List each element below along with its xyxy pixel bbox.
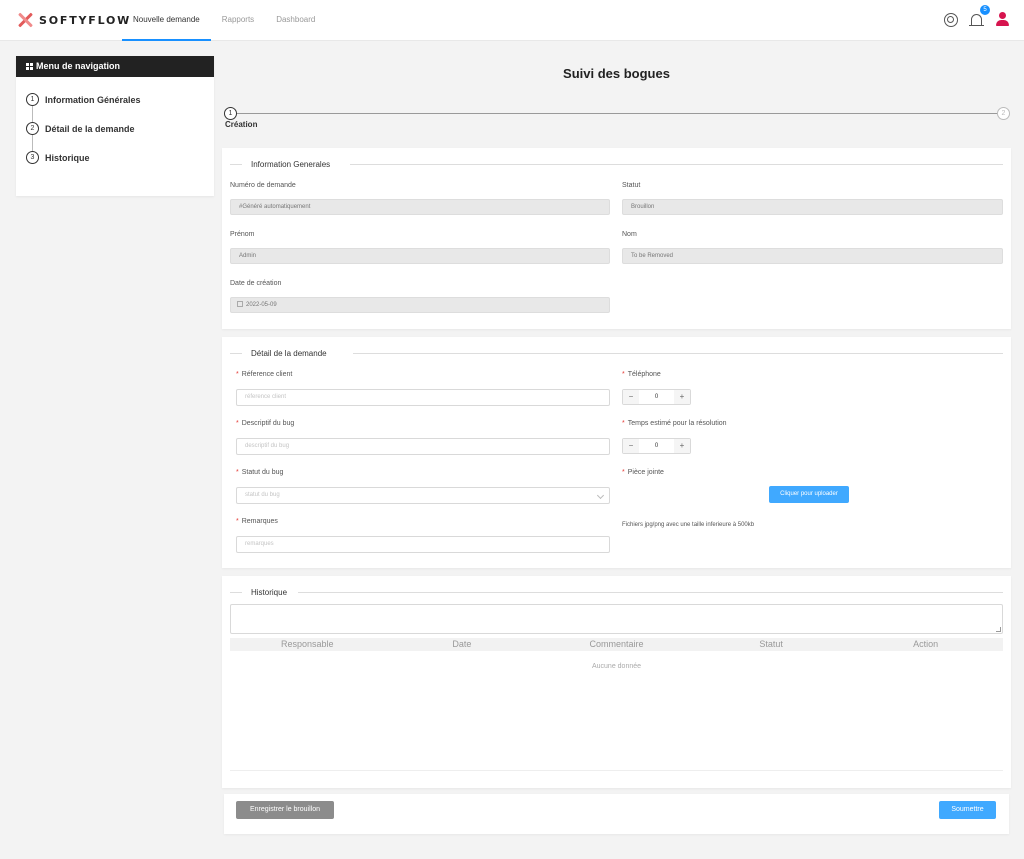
nom-label: Nom <box>622 231 637 238</box>
sidebar-step-label: Historique <box>45 152 90 163</box>
save-draft-button[interactable]: Enregistrer le brouillon <box>236 801 334 819</box>
telephone-value[interactable]: 0 <box>639 390 674 404</box>
nav-tab-nouvelle-demande[interactable]: Nouvelle demande <box>122 0 211 41</box>
temps-estime-value[interactable]: 0 <box>639 439 674 453</box>
grid-icon <box>26 63 33 70</box>
navigation-steps: 1 Information Générales 2 Détail de la d… <box>16 77 214 172</box>
section-title: Historique <box>251 588 298 597</box>
step-number: 3 <box>26 151 39 164</box>
column-header-responsable[interactable]: Responsable <box>230 638 385 651</box>
prenom-label: Prénom <box>230 231 255 238</box>
stepper-line <box>237 113 997 114</box>
historique-card: Historique Responsable Date Commentaire … <box>222 576 1011 788</box>
nav-tab-dashboard[interactable]: Dashboard <box>265 0 326 41</box>
sidebar-step-historique[interactable]: 3 Historique <box>26 143 214 172</box>
descriptif-label: * Descriptif du bug <box>236 420 295 427</box>
column-header-date[interactable]: Date <box>385 638 540 651</box>
piece-jointe-label: * Pièce jointe <box>622 469 664 476</box>
nom-field: To be Removed <box>622 248 1003 264</box>
stepper-step-1-label: Création <box>225 120 258 129</box>
column-header-commentaire[interactable]: Commentaire <box>539 638 694 651</box>
historique-table-header: Responsable Date Commentaire Statut Acti… <box>230 638 1003 651</box>
section-title: Information Generales <box>251 160 341 169</box>
telephone-stepper: − 0 + <box>622 389 691 405</box>
column-header-statut[interactable]: Statut <box>694 638 849 651</box>
section-legend: Information Generales <box>230 160 1003 169</box>
step-number: 2 <box>26 122 39 135</box>
sidebar-step-label: Détail de la demande <box>45 123 135 134</box>
action-bar: Enregistrer le brouillon Soumettre <box>224 794 1009 834</box>
column-header-action[interactable]: Action <box>848 638 1003 651</box>
resize-handle-icon[interactable] <box>996 627 1001 632</box>
statut-field: Brouillon <box>622 199 1003 215</box>
decrement-button[interactable]: − <box>623 390 639 404</box>
submit-button[interactable]: Soumettre <box>939 801 996 819</box>
statut-label: Statut <box>622 182 641 189</box>
prenom-field: Admin <box>230 248 610 264</box>
statut-bug-placeholder: statut du bug <box>245 492 280 498</box>
statut-bug-select[interactable]: statut du bug <box>236 487 610 504</box>
user-icon[interactable] <box>994 11 1012 29</box>
decrement-button[interactable]: − <box>623 439 639 453</box>
sidebar-step-information[interactable]: 1 Information Générales <box>26 85 214 114</box>
upload-note: Fichiers jpg/png avec une taille inferie… <box>622 522 755 528</box>
help-icon[interactable] <box>942 11 960 29</box>
main-nav: Nouvelle demande Rapports Dashboard <box>122 0 326 41</box>
navigation-menu: Menu de navigation 1 Information Général… <box>16 56 214 196</box>
softyflow-logo-icon <box>17 12 33 28</box>
top-bar: SOFTYFLOW Nouvelle demande Rapports Dash… <box>0 0 1024 41</box>
statut-bug-label: * Statut du bug <box>236 469 284 476</box>
progress-stepper: 1 2 Création <box>224 107 1010 131</box>
remarques-label: * Remarques <box>236 518 278 525</box>
temps-estime-label: * Temps estimé pour la résolution <box>622 420 727 427</box>
nav-tab-rapports[interactable]: Rapports <box>211 0 265 41</box>
historique-textarea[interactable] <box>230 604 1003 634</box>
detail-demande-card: Détail de la demande * Réference client r… <box>222 337 1011 568</box>
reference-client-input[interactable]: réference client <box>236 389 610 406</box>
sidebar-step-detail[interactable]: 2 Détail de la demande <box>26 114 214 143</box>
page-title: Suivi des bogues <box>563 66 670 81</box>
step-number: 1 <box>26 93 39 106</box>
navigation-menu-title: Menu de navigation <box>36 61 121 71</box>
notification-badge: 5 <box>980 5 990 15</box>
brand-name: SOFTYFLOW <box>39 13 132 27</box>
stepper-step-1[interactable]: 1 <box>224 107 237 120</box>
notification-bell-icon[interactable]: 5 <box>968 5 990 29</box>
date-label: Date de création <box>230 280 282 287</box>
date-field: 2022-05-09 <box>230 297 610 313</box>
numero-label: Numéro de demande <box>230 182 296 189</box>
numero-field: #Généré automatiquement <box>230 199 610 215</box>
section-title: Détail de la demande <box>251 349 337 358</box>
upload-button[interactable]: Cliquer pour uploader <box>769 486 849 503</box>
chevron-down-icon <box>596 491 605 500</box>
sidebar-step-label: Information Générales <box>45 94 141 105</box>
table-divider <box>230 770 1003 771</box>
remarques-input[interactable]: remarques <box>236 536 610 553</box>
reference-client-label: * Réference client <box>236 371 293 378</box>
information-generales-card: Information Generales Numéro de demande … <box>222 148 1011 329</box>
descriptif-input[interactable]: descriptif du bug <box>236 438 610 455</box>
temps-estime-stepper: − 0 + <box>622 438 691 454</box>
section-legend: Historique <box>230 588 1003 597</box>
calendar-icon <box>237 301 243 307</box>
stepper-step-2[interactable]: 2 <box>997 107 1010 120</box>
top-icons: 5 <box>934 5 1012 29</box>
empty-table-message: Aucune donnée <box>591 663 642 670</box>
section-legend: Détail de la demande <box>230 349 1003 358</box>
telephone-label: * Téléphone <box>622 371 661 378</box>
date-value: 2022-05-09 <box>246 302 277 308</box>
increment-button[interactable]: + <box>674 390 690 404</box>
navigation-menu-header: Menu de navigation <box>16 56 214 77</box>
logo[interactable]: SOFTYFLOW <box>17 12 131 28</box>
increment-button[interactable]: + <box>674 439 690 453</box>
